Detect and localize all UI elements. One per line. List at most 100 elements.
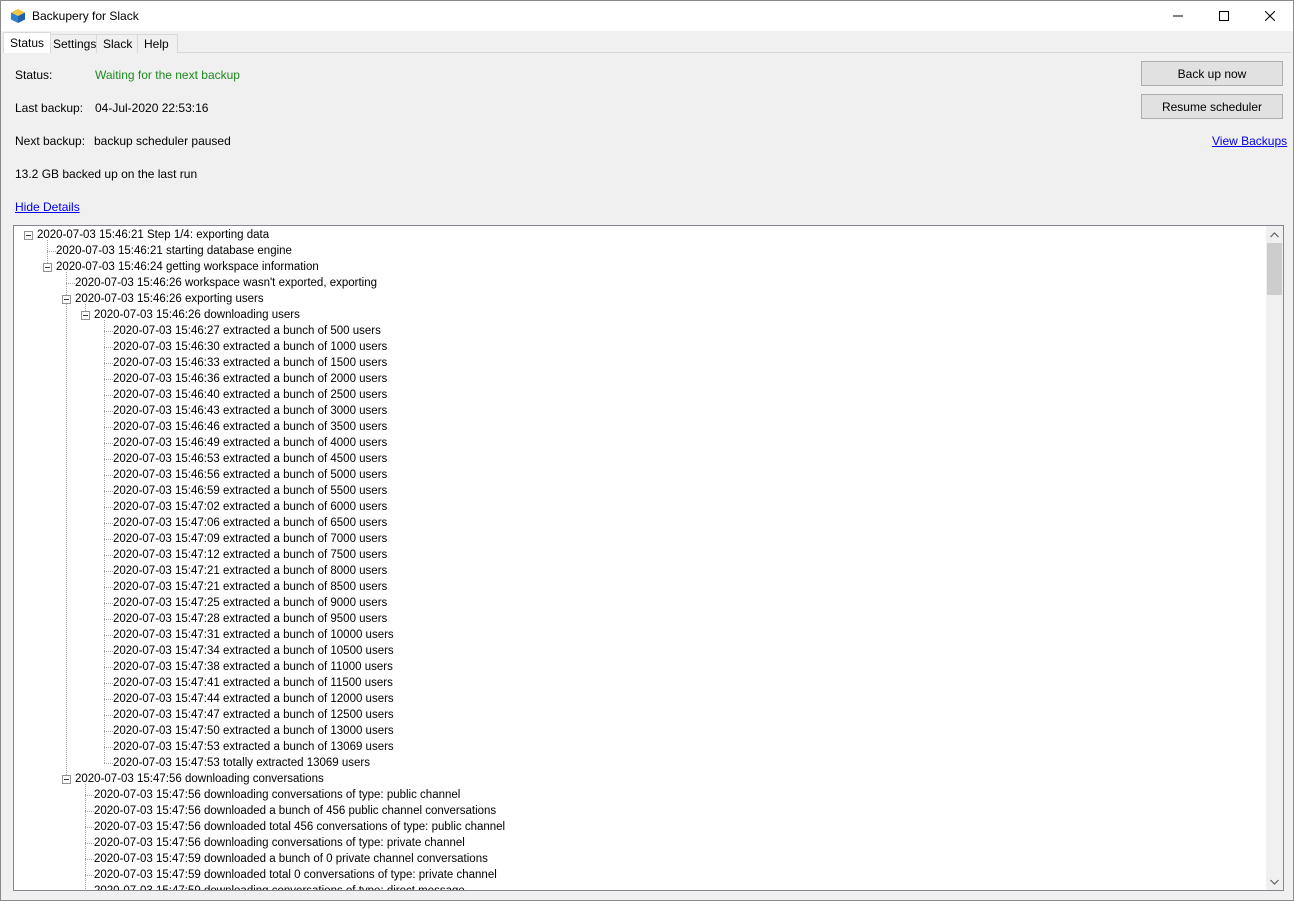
next-backup-value: backup scheduler paused bbox=[94, 134, 231, 148]
scroll-down-button[interactable] bbox=[1266, 873, 1283, 890]
status-value: Waiting for the next backup bbox=[95, 68, 240, 82]
log-tree-node[interactable]: 2020-07-03 15:46:30 extracted a bunch of… bbox=[113, 339, 387, 355]
tree-connector bbox=[104, 507, 113, 508]
scroll-up-button[interactable] bbox=[1266, 226, 1283, 243]
log-tree-node[interactable]: 2020-07-03 15:47:12 extracted a bunch of… bbox=[113, 547, 387, 563]
tree-connector bbox=[66, 283, 75, 284]
tree-connector bbox=[104, 731, 113, 732]
log-tree-node[interactable]: 2020-07-03 15:46:43 extracted a bunch of… bbox=[113, 403, 387, 419]
log-tree-node[interactable]: 2020-07-03 15:46:27 extracted a bunch of… bbox=[113, 323, 381, 339]
log-tree-node[interactable]: 2020-07-03 15:47:21 extracted a bunch of… bbox=[113, 563, 387, 579]
log-tree-node[interactable]: 2020-07-03 15:47:41 extracted a bunch of… bbox=[113, 675, 393, 691]
log-tree-node[interactable]: 2020-07-03 15:47:28 extracted a bunch of… bbox=[113, 611, 387, 627]
tree-connector bbox=[85, 795, 94, 796]
log-tree-node[interactable]: 2020-07-03 15:47:56 downloaded a bunch o… bbox=[94, 803, 496, 819]
maximize-button[interactable] bbox=[1201, 1, 1247, 31]
log-tree-node[interactable]: 2020-07-03 15:46:46 extracted a bunch of… bbox=[113, 419, 387, 435]
app-logo-icon bbox=[11, 9, 25, 23]
tree-connector bbox=[104, 539, 113, 540]
view-backups-link[interactable]: View Backups bbox=[1212, 134, 1287, 148]
resume-scheduler-button[interactable]: Resume scheduler bbox=[1141, 94, 1283, 119]
tree-connector bbox=[104, 320, 105, 763]
tab-slack[interactable]: Slack bbox=[96, 34, 140, 53]
tree-connector bbox=[104, 715, 113, 716]
tree-connector bbox=[66, 272, 67, 779]
log-tree-node[interactable]: 2020-07-03 15:46:26 workspace wasn't exp… bbox=[75, 275, 377, 291]
log-tree-node[interactable]: 2020-07-03 15:47:56 downloaded total 456… bbox=[94, 819, 505, 835]
tree-connector bbox=[104, 571, 113, 572]
log-tree-node[interactable]: 2020-07-03 15:47:47 extracted a bunch of… bbox=[113, 707, 394, 723]
log-tree-node[interactable]: 2020-07-03 15:46:59 extracted a bunch of… bbox=[113, 483, 387, 499]
tree-connector bbox=[104, 459, 113, 460]
log-tree-node[interactable]: 2020-07-03 15:47:25 extracted a bunch of… bbox=[113, 595, 387, 611]
log-tree-node[interactable]: 2020-07-03 15:47:53 extracted a bunch of… bbox=[113, 739, 394, 755]
tree-connector bbox=[104, 427, 113, 428]
log-tree-node[interactable]: 2020-07-03 15:46:26 exporting users bbox=[75, 291, 264, 307]
tree-connector bbox=[104, 667, 113, 668]
tree-connector bbox=[104, 475, 113, 476]
log-tree-node[interactable]: 2020-07-03 15:46:53 extracted a bunch of… bbox=[113, 451, 387, 467]
log-tree-node[interactable]: 2020-07-03 15:47:09 extracted a bunch of… bbox=[113, 531, 387, 547]
log-tree-node[interactable]: 2020-07-03 15:47:59 downloaded total 0 c… bbox=[94, 867, 497, 883]
log-tree-node[interactable]: 2020-07-03 15:47:59 downloaded a bunch o… bbox=[94, 851, 488, 867]
status-label: Status: bbox=[15, 68, 53, 82]
tree-connector bbox=[104, 651, 113, 652]
log-tree-view[interactable]: 2020-07-03 15:46:21 Step 1/4: exporting … bbox=[13, 225, 1284, 891]
scrollbar-thumb[interactable] bbox=[1267, 243, 1282, 295]
log-tree-node[interactable]: 2020-07-03 15:47:21 extracted a bunch of… bbox=[113, 579, 387, 595]
log-tree-node[interactable]: 2020-07-03 15:46:36 extracted a bunch of… bbox=[113, 371, 387, 387]
log-tree-node[interactable]: 2020-07-03 15:47:38 extracted a bunch of… bbox=[113, 659, 393, 675]
log-tree-node[interactable]: 2020-07-03 15:47:56 downloading conversa… bbox=[75, 771, 324, 787]
tree-connector bbox=[104, 587, 113, 588]
tree-collapse-toggle[interactable] bbox=[62, 775, 71, 784]
log-tree-node[interactable]: 2020-07-03 15:47:06 extracted a bunch of… bbox=[113, 515, 387, 531]
log-tree-node[interactable]: 2020-07-03 15:47:53 totally extracted 13… bbox=[113, 755, 370, 771]
tree-connector bbox=[104, 523, 113, 524]
hide-details-link[interactable]: Hide Details bbox=[15, 200, 80, 214]
tree-collapse-toggle[interactable] bbox=[62, 295, 71, 304]
log-tree-node[interactable]: 2020-07-03 15:47:56 downloading conversa… bbox=[94, 835, 465, 851]
tree-connector bbox=[104, 363, 113, 364]
log-tree-node[interactable]: 2020-07-03 15:47:50 extracted a bunch of… bbox=[113, 723, 394, 739]
last-backup-label: Last backup: bbox=[15, 101, 84, 115]
tree-connector bbox=[104, 411, 113, 412]
log-tree-node[interactable]: 2020-07-03 15:46:33 extracted a bunch of… bbox=[113, 355, 387, 371]
tree-connector bbox=[47, 251, 56, 252]
log-tree-node[interactable]: 2020-07-03 15:47:56 downloading conversa… bbox=[94, 787, 460, 803]
backup-summary: 13.2 GB backed up on the last run bbox=[15, 167, 198, 181]
vertical-scrollbar[interactable] bbox=[1266, 226, 1283, 890]
tab-settings[interactable]: Settings bbox=[46, 34, 104, 53]
log-tree-node[interactable]: 2020-07-03 15:47:59 downloading conversa… bbox=[94, 883, 465, 890]
tab-status[interactable]: Status bbox=[3, 32, 52, 53]
tab-help[interactable]: Help bbox=[137, 34, 178, 53]
log-tree-node[interactable]: 2020-07-03 15:47:44 extracted a bunch of… bbox=[113, 691, 394, 707]
tree-connector bbox=[104, 635, 113, 636]
back-up-now-button[interactable]: Back up now bbox=[1141, 61, 1283, 86]
window-title: Backupery for Slack bbox=[32, 9, 139, 23]
tree-connector bbox=[104, 395, 113, 396]
maximize-icon bbox=[1219, 11, 1229, 21]
next-backup-label: Next backup: bbox=[15, 134, 86, 148]
log-tree-node[interactable]: 2020-07-03 15:46:49 extracted a bunch of… bbox=[113, 435, 387, 451]
log-tree-node[interactable]: 2020-07-03 15:46:56 extracted a bunch of… bbox=[113, 467, 387, 483]
log-tree-node[interactable]: 2020-07-03 15:46:26 downloading users bbox=[94, 307, 300, 323]
log-tree-node[interactable]: 2020-07-03 15:47:34 extracted a bunch of… bbox=[113, 643, 394, 659]
tree-connector bbox=[104, 699, 113, 700]
tree-connector bbox=[104, 379, 113, 380]
log-tree-node[interactable]: 2020-07-03 15:46:24 getting workspace in… bbox=[56, 259, 319, 275]
tree-connector bbox=[104, 763, 113, 764]
log-tree-node[interactable]: 2020-07-03 15:46:21 Step 1/4: exporting … bbox=[37, 227, 269, 243]
close-icon bbox=[1265, 11, 1275, 21]
log-tree-node[interactable]: 2020-07-03 15:47:02 extracted a bunch of… bbox=[113, 499, 387, 515]
tree-collapse-toggle[interactable] bbox=[81, 311, 90, 320]
tree-connector bbox=[104, 555, 113, 556]
chevron-up-icon bbox=[1270, 231, 1279, 237]
log-tree-node[interactable]: 2020-07-03 15:47:31 extracted a bunch of… bbox=[113, 627, 394, 643]
log-tree-node[interactable]: 2020-07-03 15:46:40 extracted a bunch of… bbox=[113, 387, 387, 403]
close-button[interactable] bbox=[1247, 1, 1293, 31]
tree-collapse-toggle[interactable] bbox=[24, 231, 33, 240]
log-tree-node[interactable]: 2020-07-03 15:46:21 starting database en… bbox=[56, 243, 292, 259]
title-bar[interactable]: Backupery for Slack bbox=[1, 1, 1293, 31]
minimize-button[interactable] bbox=[1155, 1, 1201, 31]
tree-collapse-toggle[interactable] bbox=[43, 263, 52, 272]
